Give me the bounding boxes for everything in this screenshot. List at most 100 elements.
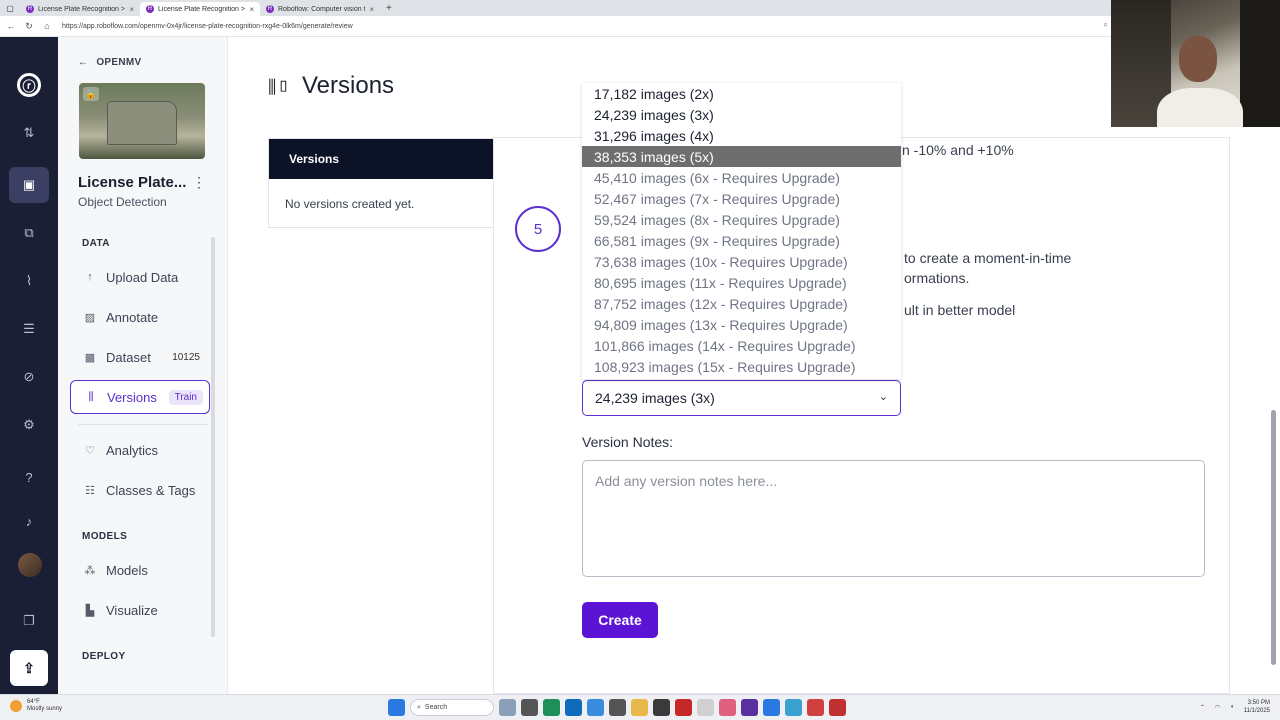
dropdown-option-upgrade[interactable]: 108,923 images (15x - Requires Upgrade) xyxy=(582,356,901,377)
sidebar-item-label: Dataset xyxy=(106,349,151,365)
dropdown-option-upgrade[interactable]: 59,524 images (8x - Requires Upgrade) xyxy=(582,209,901,230)
projects-icon[interactable]: ▣ xyxy=(9,167,49,203)
weather-widget[interactable]: 64°F Mostly sunny xyxy=(10,699,62,713)
dropdown-option-upgrade[interactable]: 94,809 images (13x - Requires Upgrade) xyxy=(582,314,901,335)
taskbar-search[interactable]: ⌕ Search xyxy=(410,699,494,716)
notifications-icon[interactable]: ♪ xyxy=(9,503,49,539)
sun-icon xyxy=(10,700,22,712)
dropdown-option-upgrade[interactable]: 73,638 images (10x - Requires Upgrade) xyxy=(582,251,901,272)
app-icon[interactable] xyxy=(587,699,604,716)
image-icon: ▩ xyxy=(84,351,96,364)
train-badge[interactable]: Train xyxy=(168,389,203,405)
sidebar-item-label: Classes & Tags xyxy=(106,482,196,498)
weather-temp: 64°F xyxy=(27,699,40,705)
help-icon[interactable]: ? xyxy=(9,459,49,495)
close-tab-icon[interactable]: × xyxy=(249,5,254,14)
sidebar-item-annotate[interactable]: ▨ Annotate xyxy=(70,300,210,334)
sidebar-item-analytics[interactable]: ♡ Analytics xyxy=(70,433,210,467)
zoom-icon[interactable]: ⌕ xyxy=(1104,20,1108,30)
sidebar-item-upload-data[interactable]: ↑ Upload Data xyxy=(70,260,210,294)
clock[interactable]: 3:50 PM 11/1/2025 xyxy=(1244,699,1270,715)
project-type: Object Detection xyxy=(78,195,167,209)
user-avatar[interactable] xyxy=(18,553,42,577)
sidebar-item-versions[interactable]: ⫼ Versions Train xyxy=(70,380,210,414)
monitoring-icon[interactable]: ⌇ xyxy=(9,263,49,299)
browser-tab-3[interactable]: R Roboflow: Computer vision tools... × xyxy=(260,2,380,16)
sidebar-item-label: Annotate xyxy=(106,309,159,325)
dropdown-option[interactable]: 17,182 images (2x) xyxy=(582,83,901,104)
step-number-badge: 5 xyxy=(515,206,561,252)
deployments-icon[interactable]: ☰ xyxy=(9,311,49,347)
app-l-icon[interactable] xyxy=(675,699,692,716)
more-options-icon[interactable]: ⋮ xyxy=(192,174,206,191)
page-scrollbar[interactable] xyxy=(1271,410,1276,665)
vscode-icon[interactable] xyxy=(763,699,780,716)
tab-title: Roboflow: Computer vision tools... xyxy=(278,5,365,13)
settings-gear-icon[interactable] xyxy=(697,699,714,716)
webcam-overlay xyxy=(1111,0,1280,127)
dropdown-option-upgrade[interactable]: 87,752 images (12x - Requires Upgrade) xyxy=(582,293,901,314)
settings-icon[interactable]: ⚙ xyxy=(9,407,49,443)
sidebar-item-models[interactable]: ⁂ Models xyxy=(70,553,210,587)
dropdown-option[interactable]: 24,239 images (3x) xyxy=(582,104,901,125)
dropdown-option-upgrade[interactable]: 80,695 images (11x - Requires Upgrade) xyxy=(582,272,901,293)
upload-icon[interactable]: ⇪ xyxy=(10,650,48,686)
sidebar-item-classes-tags[interactable]: ☷ Classes & Tags xyxy=(70,473,210,507)
search-label: Search xyxy=(424,704,448,711)
version-notes-field[interactable] xyxy=(582,460,1205,577)
dropdown-option-upgrade[interactable]: 52,467 images (7x - Requires Upgrade) xyxy=(582,188,901,209)
dropdown-option[interactable]: 31,296 images (4x) xyxy=(582,125,901,146)
chatgpt-icon[interactable] xyxy=(609,699,626,716)
new-tab-icon[interactable]: + xyxy=(380,3,398,14)
dropdown-option-upgrade[interactable]: 101,866 images (14x - Requires Upgrade) xyxy=(582,335,901,356)
roboflow-logo-icon[interactable]: ⓡ xyxy=(17,73,41,97)
sidebar-scrollbar[interactable] xyxy=(211,237,215,637)
app-icon[interactable] xyxy=(719,699,736,716)
app-icon[interactable] xyxy=(807,699,824,716)
task-view-icon[interactable] xyxy=(521,699,538,716)
dropdown-option-highlighted[interactable]: 38,353 images (5x) xyxy=(582,146,901,167)
universe-icon[interactable]: ⊘ xyxy=(9,359,49,395)
wifi-icon[interactable]: ◠ xyxy=(1215,704,1220,711)
edge-browser-icon[interactable] xyxy=(543,699,560,716)
terminal-icon[interactable] xyxy=(653,699,670,716)
back-icon[interactable]: ← xyxy=(4,21,18,31)
annotate-icon: ▨ xyxy=(84,311,96,324)
browser-tab-1[interactable]: R License Plate Recognition > Mo... × xyxy=(20,2,140,16)
browser-tab-bar: ▢ R License Plate Recognition > Mo... × … xyxy=(0,0,1280,16)
tray-chevron-icon[interactable]: ⌃ xyxy=(1200,704,1205,711)
sidebar-item-dataset[interactable]: ▩ Dataset 10125 xyxy=(70,340,210,374)
outlook-icon[interactable] xyxy=(565,699,582,716)
bar-chart-icon: ▙ xyxy=(85,604,95,617)
chevron-down-icon: ⌄ xyxy=(878,391,888,403)
sort-icon[interactable]: ⇅ xyxy=(9,115,49,151)
workspace-back-link[interactable]: ← OPENMV xyxy=(78,57,141,68)
windows-taskbar: 64°F Mostly sunny ⌕ Search ⌃ ◠ ◖ 3:50 PM xyxy=(0,694,1280,720)
docs-icon[interactable]: ❐ xyxy=(9,603,49,639)
volume-icon[interactable]: ◖ xyxy=(1230,704,1234,710)
sidebar-item-label: Versions xyxy=(107,389,157,405)
close-tab-icon[interactable]: × xyxy=(129,5,134,14)
app-icon[interactable] xyxy=(829,699,846,716)
roboflow-favicon-icon: R xyxy=(146,5,154,13)
project-thumbnail[interactable]: 🔒 xyxy=(79,83,205,159)
start-icon[interactable] xyxy=(388,699,405,716)
close-tab-icon[interactable]: × xyxy=(369,5,374,14)
app-icon[interactable] xyxy=(785,699,802,716)
app-icon[interactable] xyxy=(741,699,758,716)
sidebar-item-visualize[interactable]: ▙ Visualize xyxy=(70,593,210,627)
browser-tab-2[interactable]: R License Plate Recognition > Crea... × xyxy=(140,2,260,16)
url-text[interactable]: https://app.roboflow.com/openmv-0x4jr/li… xyxy=(62,23,353,30)
window-menu-icon[interactable]: ▢ xyxy=(4,2,16,14)
home-icon[interactable]: ⌂ xyxy=(40,21,54,31)
dropdown-option-upgrade[interactable]: 66,581 images (9x - Requires Upgrade) xyxy=(582,230,901,251)
create-button[interactable]: Create xyxy=(582,602,658,638)
app-icon-rail: ⓡ ⇅ ▣ ⧉ ⌇ ☰ ⊘ ⚙ ? ♪ ❐ ⇪ xyxy=(0,37,58,694)
workflows-icon[interactable]: ⧉ xyxy=(9,215,49,251)
widgets-icon[interactable] xyxy=(499,699,516,716)
file-explorer-icon[interactable] xyxy=(631,699,648,716)
output-size-select[interactable]: 24,239 images (3x) ⌄ xyxy=(582,380,901,416)
dropdown-option-upgrade[interactable]: 45,410 images (6x - Requires Upgrade) xyxy=(582,167,901,188)
reload-icon[interactable]: ↻ xyxy=(22,21,36,32)
roboflow-favicon-icon: R xyxy=(26,5,34,13)
